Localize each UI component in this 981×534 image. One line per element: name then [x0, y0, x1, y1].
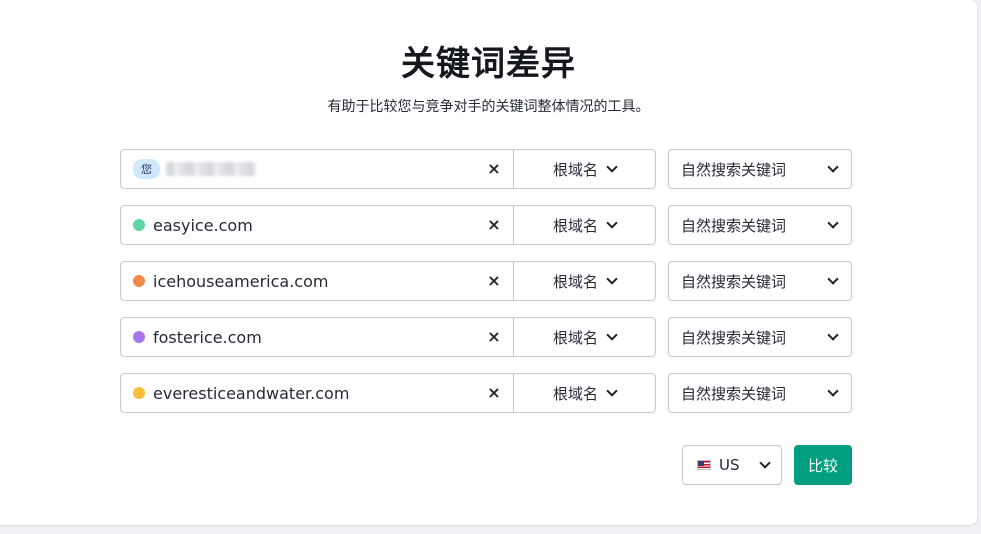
- scope-dropdown[interactable]: 根域名: [514, 318, 655, 356]
- scope-label: 根域名: [552, 384, 598, 403]
- scope-label: 根域名: [552, 328, 598, 347]
- domain-input[interactable]: 您 ×: [121, 150, 514, 188]
- domain-text: fosterice.com: [153, 327, 262, 347]
- clear-icon[interactable]: ×: [485, 215, 503, 235]
- chevron-down-icon: [606, 385, 618, 397]
- chevron-down-icon: [827, 385, 839, 397]
- domain-row-competitor: everesticeandwater.com × 根域名 自然搜索关键词: [120, 373, 852, 413]
- domain-input-group: icehouseamerica.com × 根域名: [120, 261, 656, 301]
- clear-icon[interactable]: ×: [485, 271, 503, 291]
- competitor-color-dot: [133, 387, 145, 399]
- domain-row-competitor: fosterice.com × 根域名 自然搜索关键词: [120, 317, 852, 357]
- keyword-type-dropdown[interactable]: 自然搜索关键词: [668, 317, 852, 357]
- keyword-type-label: 自然搜索关键词: [681, 216, 787, 235]
- domain-row-you: 您 × 根域名 自然搜索关键词: [120, 149, 852, 189]
- competitor-color-dot: [133, 219, 145, 231]
- chevron-down-icon: [759, 457, 771, 469]
- competitor-color-dot: [133, 275, 145, 287]
- chevron-down-icon: [606, 273, 618, 285]
- you-badge: 您: [133, 159, 160, 179]
- domain-row-competitor: icehouseamerica.com × 根域名 自然搜索关键词: [120, 261, 852, 301]
- keyword-type-dropdown[interactable]: 自然搜索关键词: [668, 261, 852, 301]
- scope-label: 根域名: [552, 272, 598, 291]
- chevron-down-icon: [606, 161, 618, 173]
- competitor-color-dot: [133, 331, 145, 343]
- scope-dropdown[interactable]: 根域名: [514, 206, 655, 244]
- chevron-down-icon: [606, 329, 618, 341]
- domain-input-group: everesticeandwater.com × 根域名: [120, 373, 656, 413]
- keyword-type-label: 自然搜索关键词: [681, 328, 787, 347]
- domain-input-group: 您 × 根域名: [120, 149, 656, 189]
- chevron-down-icon: [827, 273, 839, 285]
- keyword-type-label: 自然搜索关键词: [681, 160, 787, 179]
- domain-input-group: easyice.com × 根域名: [120, 205, 656, 245]
- clear-icon[interactable]: ×: [485, 159, 503, 179]
- domain-text: everesticeandwater.com: [153, 383, 350, 403]
- domain-text: easyice.com: [153, 215, 253, 235]
- chevron-down-icon: [827, 329, 839, 341]
- database-label: US: [719, 456, 740, 474]
- database-dropdown[interactable]: US: [682, 445, 782, 485]
- keyword-type-dropdown[interactable]: 自然搜索关键词: [668, 373, 852, 413]
- keyword-type-label: 自然搜索关键词: [681, 272, 787, 291]
- keyword-type-dropdown[interactable]: 自然搜索关键词: [668, 205, 852, 245]
- domain-input[interactable]: fosterice.com ×: [121, 318, 514, 356]
- domain-input[interactable]: everesticeandwater.com ×: [121, 374, 514, 412]
- chevron-down-icon: [827, 217, 839, 229]
- scope-dropdown[interactable]: 根域名: [514, 262, 655, 300]
- domain-row-competitor: easyice.com × 根域名 自然搜索关键词: [120, 205, 852, 245]
- scope-dropdown[interactable]: 根域名: [514, 150, 655, 188]
- us-flag-icon: [697, 460, 711, 470]
- scope-dropdown[interactable]: 根域名: [514, 374, 655, 412]
- page-subtitle: 有助于比较您与竞争对手的关键词整体情况的工具。: [327, 99, 650, 115]
- domain-input-group: fosterice.com × 根域名: [120, 317, 656, 357]
- compare-button[interactable]: 比较: [794, 445, 852, 485]
- redacted-domain: [166, 162, 256, 176]
- clear-icon[interactable]: ×: [485, 383, 503, 403]
- clear-icon[interactable]: ×: [485, 327, 503, 347]
- page-title: 关键词差异: [401, 44, 576, 84]
- keyword-gap-card: 关键词差异 有助于比较您与竞争对手的关键词整体情况的工具。 您 × 根域名 自然…: [0, 0, 977, 525]
- chevron-down-icon: [827, 161, 839, 173]
- keyword-type-label: 自然搜索关键词: [681, 384, 787, 403]
- scope-label: 根域名: [552, 216, 598, 235]
- domain-text: icehouseamerica.com: [153, 271, 329, 291]
- domain-input[interactable]: icehouseamerica.com ×: [121, 262, 514, 300]
- chevron-down-icon: [606, 217, 618, 229]
- domain-input[interactable]: easyice.com ×: [121, 206, 514, 244]
- keyword-type-dropdown[interactable]: 自然搜索关键词: [668, 149, 852, 189]
- scope-label: 根域名: [552, 160, 598, 179]
